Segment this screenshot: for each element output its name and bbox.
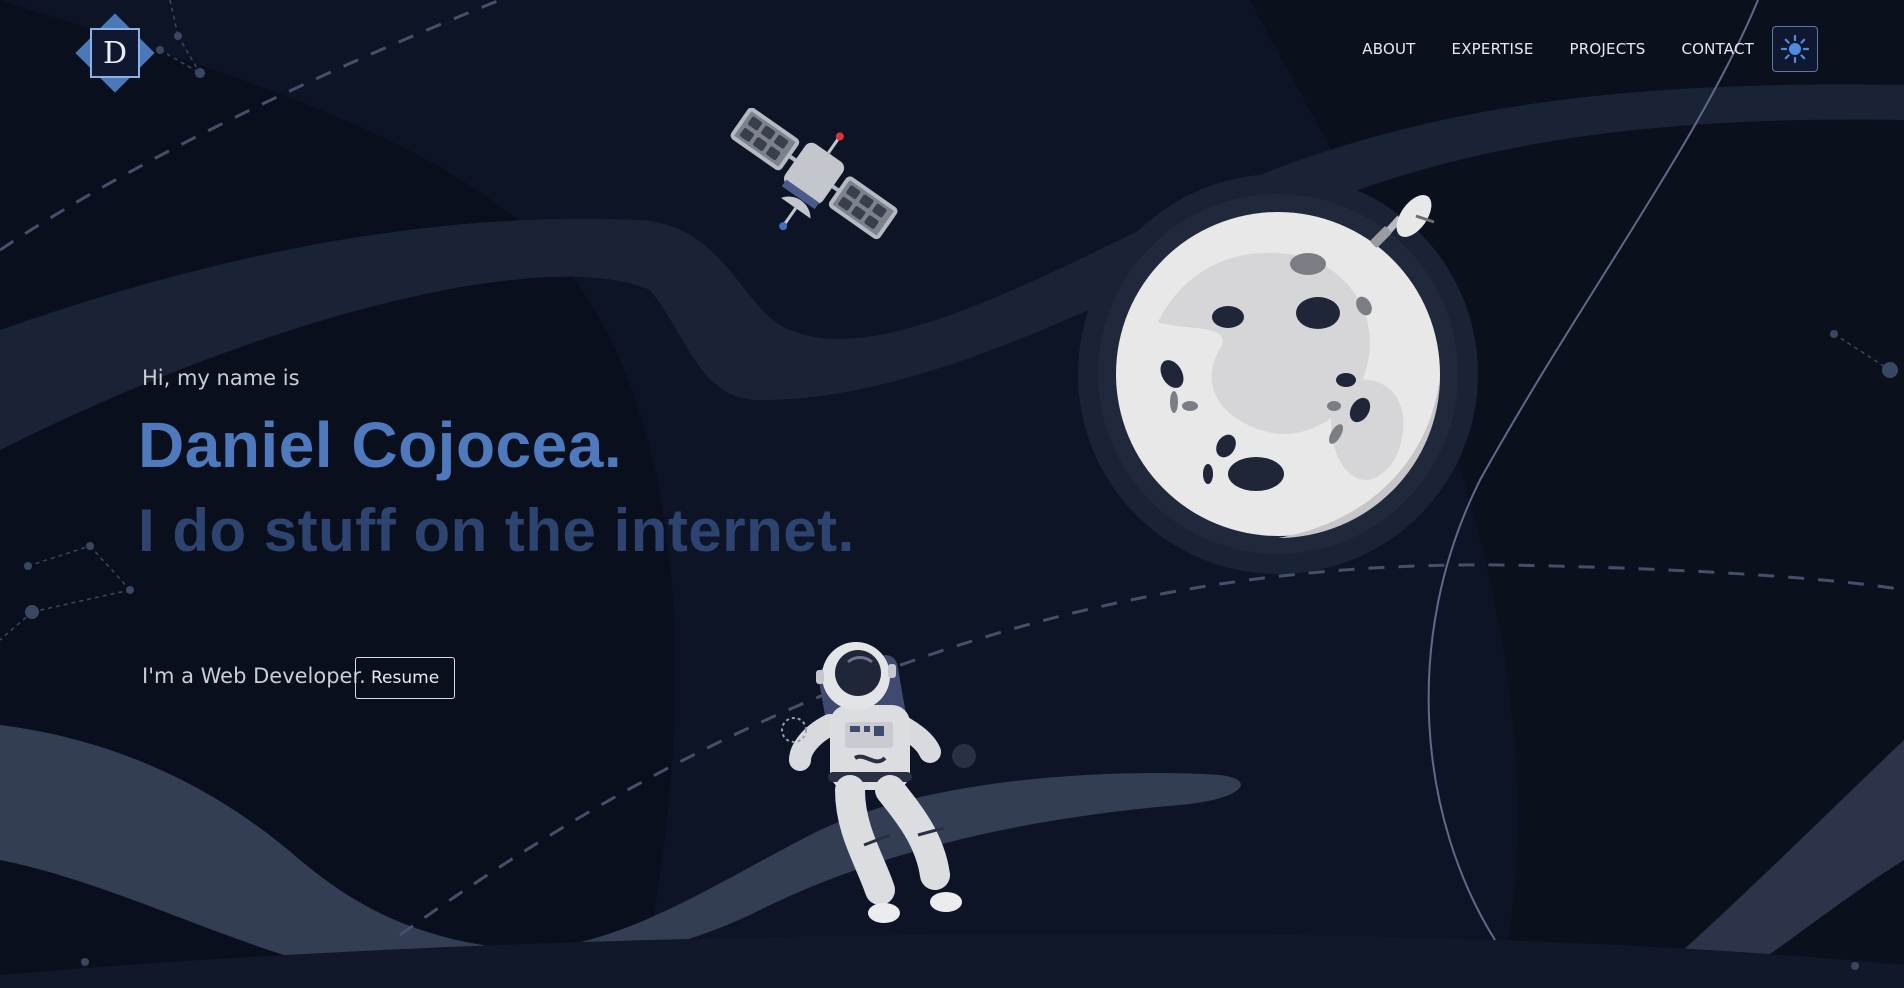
astronaut-illustration (781, 642, 976, 923)
satellite-illustration (730, 108, 898, 240)
hero-greeting: Hi, my name is (142, 366, 300, 390)
resume-button[interactable]: Resume (355, 657, 456, 699)
hero-name: Daniel Cojocea. (138, 409, 623, 481)
hero-role: I'm a Web Developer. (142, 664, 366, 688)
nav-link-expertise[interactable]: EXPERTISE (1452, 40, 1534, 58)
theme-toggle-button[interactable] (1772, 26, 1818, 72)
star-dot (81, 958, 89, 966)
nav-link-projects[interactable]: PROJECTS (1570, 40, 1646, 58)
site-logo[interactable]: D (72, 10, 158, 96)
logo-letter: D (90, 28, 140, 78)
moon-illustration (1078, 174, 1478, 574)
nav-link-contact[interactable]: CONTACT (1681, 40, 1754, 58)
sun-icon (1780, 34, 1810, 64)
star-dot (1851, 962, 1859, 970)
nav-link-about[interactable]: ABOUT (1362, 40, 1415, 58)
hero-tagline: I do stuff on the internet. (138, 497, 855, 564)
main-navigation: ABOUT EXPERTISE PROJECTS CONTACT (1362, 26, 1818, 72)
